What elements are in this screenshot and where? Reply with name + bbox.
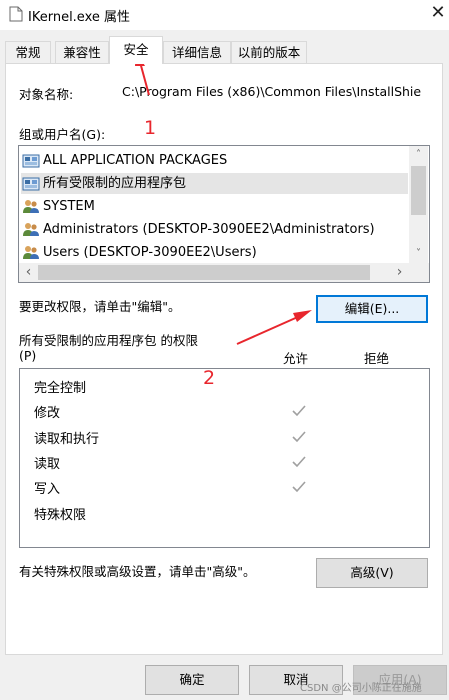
annotation-arrows: [135, 50, 312, 345]
annotation-number-1: 1: [144, 117, 157, 139]
annotation-arrow-2: [236, 310, 312, 345]
annotation-number-2: 2: [203, 367, 216, 389]
watermark: CSDN @公司小陈正在施施: [300, 683, 422, 694]
tab-security[interactable]: 安全: [109, 36, 163, 64]
